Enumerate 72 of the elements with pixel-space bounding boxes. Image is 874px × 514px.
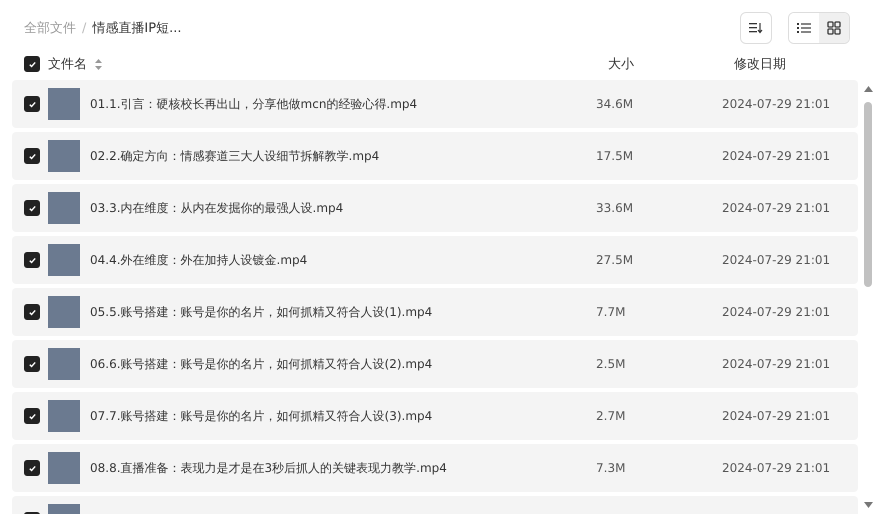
file-size: 17.5M — [596, 149, 634, 163]
checkmark-icon — [28, 412, 36, 420]
file-row[interactable]: 05.5.账号搭建：账号是你的名片，如何抓精又符合人设(1).mp4 7.7M 2024-07-29 21:01 — [12, 288, 858, 336]
checkmark-icon — [28, 152, 36, 160]
modified-date: 2024-07-29 21:01 — [722, 461, 830, 475]
modified-date: 2024-07-29 21:01 — [722, 201, 830, 215]
file-row[interactable]: 01.1.引言：硬核校长再出山，分享他做mcn的经验心得.mp4 34.6M 2024-07-29 21:01 — [12, 80, 858, 128]
column-header: 大小 — [608, 56, 635, 73]
modified-date: 2024-07-29 21:01 — [722, 409, 830, 423]
sort-lines-icon — [749, 22, 763, 34]
checkmark-icon — [28, 464, 36, 472]
view-toggle-button[interactable] — [819, 13, 849, 43]
checkmark-icon — [28, 60, 36, 68]
breadcrumb-item: 情感直播IP短... — [92, 20, 182, 37]
sort-icon[interactable] — [95, 58, 102, 70]
checkbox[interactable] — [24, 200, 40, 216]
file-size: 2.5M — [596, 357, 626, 371]
scrollbar-thumb[interactable] — [864, 102, 872, 287]
checkmark-icon — [28, 100, 36, 108]
file-name: 05.5.账号搭建：账号是你的名片，如何抓精又符合人设(1).mp4 — [90, 304, 432, 320]
file-row[interactable]: 06.6.账号搭建：账号是你的名片，如何抓精又符合人设(2).mp4 2.5M 2024-07-29 21:01 — [12, 340, 858, 388]
checkmark-icon — [28, 256, 36, 264]
modified-date: 2024-07-29 21:01 — [722, 149, 830, 163]
checkbox[interactable] — [24, 56, 40, 72]
file-name: 02.2.确定方向：情感赛道三大人设细节拆解教学.mp4 — [90, 148, 380, 164]
video-thumbnail — [48, 88, 80, 120]
file-size: 27.5M — [596, 253, 634, 267]
column-header[interactable]: 文件名 — [48, 55, 87, 73]
file-name: 06.6.账号搭建：账号是你的名片，如何抓精又符合人设(2).mp4 — [90, 356, 432, 372]
file-row[interactable]: 02.2.确定方向：情感赛道三大人设细节拆解教学.mp4 17.5M 2024-07-29 21:01 — [12, 132, 858, 180]
checkbox[interactable] — [24, 460, 40, 476]
video-thumbnail — [48, 244, 80, 276]
video-thumbnail — [48, 140, 80, 172]
checkbox[interactable] — [24, 148, 40, 164]
video-thumbnail — [48, 452, 80, 484]
checkmark-icon — [28, 204, 36, 212]
checkbox[interactable] — [24, 304, 40, 320]
checkbox[interactable] — [24, 408, 40, 424]
checkmark-icon — [28, 308, 36, 316]
file-size: 2.7M — [596, 409, 626, 423]
file-row[interactable]: 08.8.直播准备：表现力是才是在3秒后抓人的关键表现力教学.mp4 7.3M 2024-07-29 21:01 — [12, 444, 858, 492]
list-icon — [797, 22, 811, 34]
file-size: 7.7M — [596, 305, 626, 319]
checkmark-icon — [28, 360, 36, 368]
file-size: 34.6M — [596, 97, 634, 111]
video-thumbnail — [48, 192, 80, 224]
file-size: 33.6M — [596, 201, 634, 215]
file-row[interactable]: 04.4.外在维度：外在加持人设镀金.mp4 27.5M 2024-07-29 21:01 — [12, 236, 858, 284]
modified-date: 2024-07-29 21:01 — [722, 253, 830, 267]
file-size: 7.3M — [596, 461, 626, 475]
column-header: 修改日期 — [734, 56, 786, 73]
video-thumbnail — [48, 400, 80, 432]
file-row[interactable]: 03.3.内在维度：从内在发掘你的最强人设.mp4 33.6M 2024-07-29 21:01 — [12, 184, 858, 232]
breadcrumb-separator: / — [82, 20, 86, 36]
modified-date: 2024-07-29 21:01 — [722, 97, 830, 111]
file-name: 01.1.引言：硬核校长再出山，分享他做mcn的经验心得.mp4 — [90, 96, 418, 112]
grid-icon — [827, 21, 841, 35]
modified-date: 2024-07-29 21:01 — [722, 305, 830, 319]
file-name: 03.3.内在维度：从内在发掘你的最强人设.mp4 — [90, 200, 344, 216]
file-name: 07.7.账号搭建：账号是你的名片，如何抓精又符合人设(3).mp4 — [90, 408, 432, 424]
checkbox[interactable] — [24, 356, 40, 372]
video-thumbnail — [48, 348, 80, 380]
modified-date: 2024-07-29 21:01 — [722, 357, 830, 371]
checkbox[interactable] — [24, 96, 40, 112]
video-thumbnail — [48, 296, 80, 328]
checkbox[interactable] — [24, 252, 40, 268]
file-name: 04.4.外在维度：外在加持人设镀金.mp4 — [90, 252, 308, 268]
scroll-down-icon[interactable] — [864, 502, 872, 508]
file-name: 08.8.直播准备：表现力是才是在3秒后抓人的关键表现力教学.mp4 — [90, 460, 447, 476]
scroll-up-icon[interactable] — [864, 86, 872, 92]
file-row[interactable]: 07.7.账号搭建：账号是你的名片，如何抓精又符合人设(3).mp4 2.7M 2024-07-29 21:01 — [12, 392, 858, 440]
sort-button[interactable] — [740, 12, 772, 44]
